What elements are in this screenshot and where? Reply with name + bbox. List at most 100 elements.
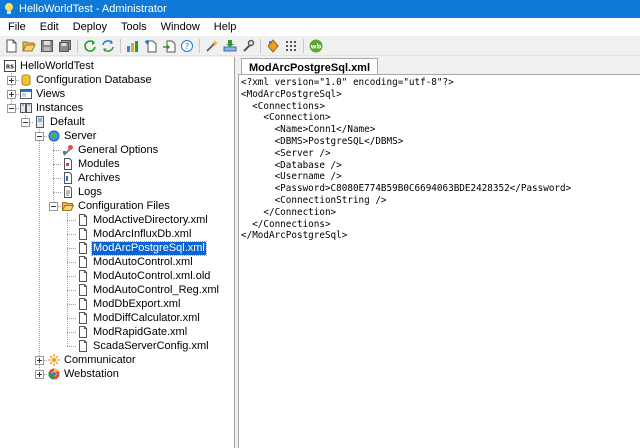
tree-item-archives[interactable]: Archives — [62, 171, 121, 185]
tree-connector — [67, 213, 68, 346]
expand-toggle[interactable] — [7, 76, 16, 85]
import-icon[interactable] — [161, 38, 177, 54]
tree-file-item[interactable]: ModActiveDirectory.xml — [77, 213, 209, 227]
webstation-icon[interactable]: wb — [308, 38, 324, 54]
menu-deploy[interactable]: Deploy — [66, 21, 114, 33]
tree-connector — [53, 164, 61, 165]
instance-icon — [34, 116, 46, 128]
tree-file-item[interactable]: ModRapidGate.xml — [77, 325, 188, 339]
tree-file-item[interactable]: ModDbExport.xml — [77, 297, 181, 311]
tree-connector — [67, 346, 76, 347]
new-file-icon[interactable] — [3, 38, 19, 54]
tree-item-label: ModActiveDirectory.xml — [93, 213, 208, 226]
title-bar: HelloWorldTest - Administrator — [0, 0, 640, 18]
folder-open-icon — [62, 200, 74, 212]
tree-file-item[interactable]: ModDiffCalculator.xml — [77, 311, 201, 325]
expand-toggle[interactable] — [7, 90, 16, 99]
refresh-icon[interactable] — [82, 38, 98, 54]
open-folder-icon[interactable] — [21, 38, 37, 54]
menu-window[interactable]: Window — [154, 21, 207, 33]
tree-item-instances[interactable]: Instances — [20, 101, 84, 115]
sync-icon[interactable] — [100, 38, 116, 54]
tree-item-root[interactable]: RS HelloWorldTest — [4, 59, 95, 73]
explorer-tree: RS HelloWorldTest Configuration Database Vi… — [0, 57, 235, 448]
tree-item-label: ModRapidGate.xml — [93, 325, 188, 338]
tree-item-label: Default — [50, 115, 85, 128]
tree-file-item[interactable]: ModAutoControl.xml.old — [77, 269, 211, 283]
xml-file-icon — [77, 256, 89, 268]
add-bar-chart-icon[interactable] — [125, 38, 141, 54]
editor-area: ModArcPostgreSql.xml <?xml version="1.0"… — [238, 57, 640, 448]
tree-file-item[interactable]: ModAutoControl.xml — [77, 255, 194, 269]
code-line: <Name>Conn1</Name> — [241, 124, 376, 136]
magic-wand-icon[interactable] — [204, 38, 220, 54]
tree-item-views[interactable]: Views — [20, 87, 66, 101]
code-line: </Connection> — [241, 206, 337, 218]
code-line: <Connections> — [241, 100, 325, 112]
code-line: <Server /> — [241, 147, 331, 159]
code-line: <?xml version="1.0" encoding="utf-8"?> — [241, 77, 454, 88]
xml-file-icon — [77, 242, 89, 254]
diamond-icon[interactable] — [265, 38, 281, 54]
grid-icon[interactable] — [283, 38, 299, 54]
modules-icon — [62, 158, 74, 170]
tree-file-item[interactable]: ModAutoControl_Reg.xml — [77, 283, 220, 297]
tree-item-default[interactable]: Default — [34, 115, 86, 129]
svg-text:RS: RS — [6, 65, 14, 71]
tree-item-configuration-database[interactable]: Configuration Database — [20, 73, 153, 87]
expand-toggle[interactable] — [35, 370, 44, 379]
tree-connector — [67, 220, 76, 221]
save-all-icon[interactable] — [57, 38, 73, 54]
toolbar-separator — [199, 38, 200, 53]
collapse-toggle[interactable] — [49, 202, 58, 211]
tree-item-label: Modules — [78, 157, 120, 170]
svg-text:?: ? — [185, 42, 189, 51]
tree-item-label: Configuration Files — [78, 199, 170, 212]
tree-item-modules[interactable]: Modules — [62, 157, 121, 171]
menu-edit[interactable]: Edit — [33, 21, 66, 33]
xml-file-icon — [77, 298, 89, 310]
collapse-toggle[interactable] — [7, 104, 16, 113]
tree-connector — [67, 276, 76, 277]
toolbar-separator — [303, 38, 304, 53]
tree-connector — [67, 262, 76, 263]
help-circle-icon[interactable]: ? — [179, 38, 195, 54]
window-title: HelloWorldTest - Administrator — [19, 3, 167, 15]
general-options-icon — [62, 144, 74, 156]
tree-connector — [67, 304, 76, 305]
tree-item-configuration-files[interactable]: Configuration Files — [62, 199, 171, 213]
collapse-toggle[interactable] — [35, 132, 44, 141]
menu-tools[interactable]: Tools — [114, 21, 154, 33]
toolbar: ? wb — [0, 36, 640, 56]
xml-editor[interactable]: <?xml version="1.0" encoding="utf-8"?> <M… — [238, 74, 640, 448]
tree-item-label: Instances — [36, 101, 84, 114]
tree-file-item[interactable]: ModArcPostgreSql.xml — [77, 240, 207, 256]
tree-item-label: ModDbExport.xml — [93, 297, 181, 310]
tree-item-label: Views — [36, 87, 66, 100]
deploy-icon[interactable] — [222, 38, 238, 54]
add-file-icon[interactable] — [143, 38, 159, 54]
tree-connector — [67, 248, 76, 249]
save-icon[interactable] — [39, 38, 55, 54]
tree-item-general-options[interactable]: General Options — [62, 143, 159, 157]
menu-help[interactable]: Help — [207, 21, 244, 33]
expand-toggle[interactable] — [35, 356, 44, 365]
code-text: <?xml version="1.0" encoding="utf-8"?> <M… — [241, 77, 571, 242]
tree-item-webstation[interactable]: Webstation — [48, 367, 120, 381]
tree-item-label: ModAutoControl.xml — [93, 255, 193, 268]
archives-icon — [62, 172, 74, 184]
tree-connector — [39, 129, 40, 374]
code-line: <ModArcPostgreSql> — [241, 88, 342, 100]
xml-file-icon — [77, 312, 89, 324]
tree-item-label: Configuration Database — [36, 73, 152, 86]
tree-file-item[interactable]: ScadaServerConfig.xml — [77, 339, 210, 353]
menu-file[interactable]: File — [0, 21, 33, 33]
tree-item-server[interactable]: Server — [48, 129, 97, 143]
tree-file-item[interactable]: ModArcInfluxDb.xml — [77, 227, 192, 241]
tree-item-communicator[interactable]: Communicator — [48, 353, 137, 367]
settings-wrench-icon[interactable] — [240, 38, 256, 54]
tree-item-logs[interactable]: Logs — [62, 185, 103, 199]
collapse-toggle[interactable] — [21, 118, 30, 127]
tree-connector — [67, 290, 76, 291]
tree-item-label: HelloWorldTest — [20, 59, 94, 72]
